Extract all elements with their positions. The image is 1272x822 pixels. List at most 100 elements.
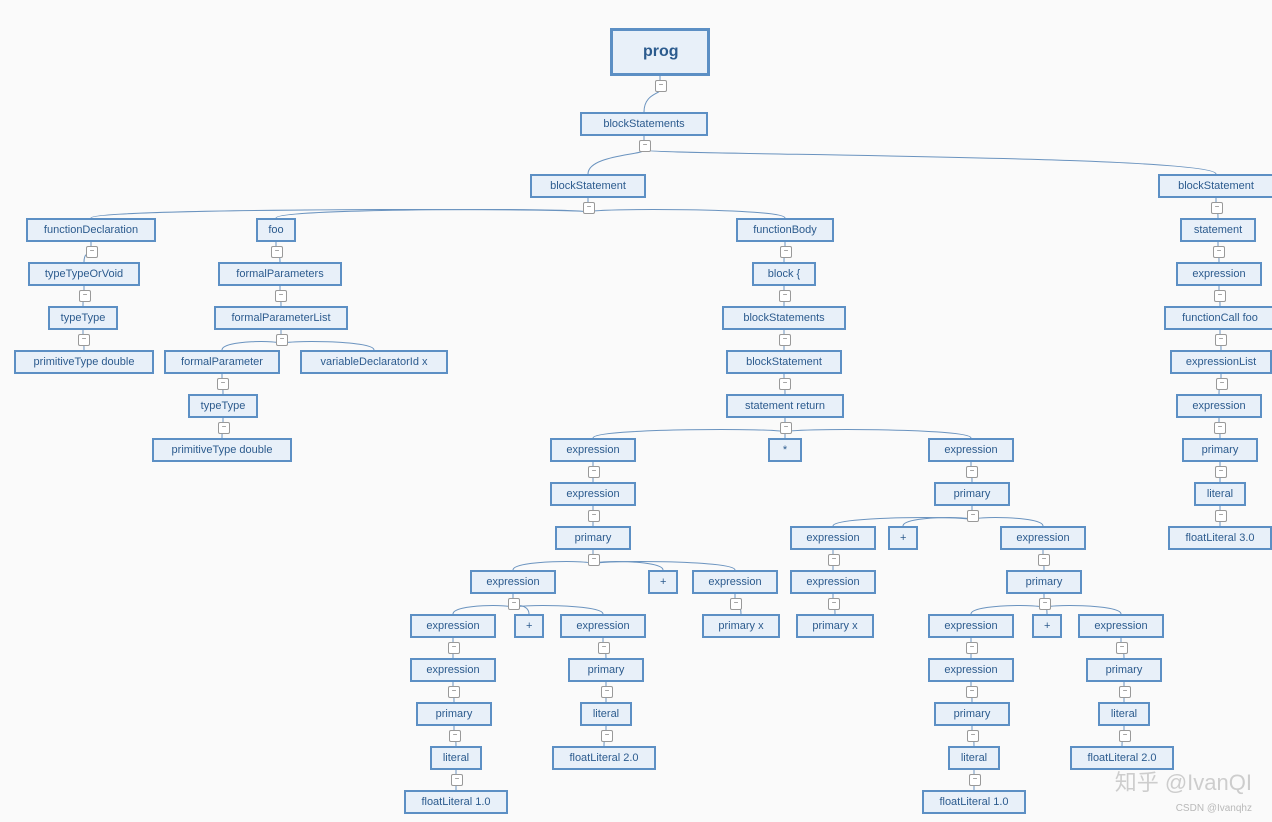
tree-node: expression bbox=[410, 658, 496, 682]
collapse-toggle[interactable]: − bbox=[275, 290, 287, 302]
tree-node: literal bbox=[948, 746, 1000, 770]
collapse-toggle[interactable]: − bbox=[779, 290, 791, 302]
tree-node: formalParameters bbox=[218, 262, 342, 286]
tree-node: primary bbox=[1182, 438, 1258, 462]
collapse-toggle[interactable]: − bbox=[508, 598, 520, 610]
collapse-toggle[interactable]: − bbox=[780, 422, 792, 434]
tree-node: expression bbox=[1176, 394, 1262, 418]
tree-node: floatLiteral 2.0 bbox=[1070, 746, 1174, 770]
collapse-toggle[interactable]: − bbox=[601, 730, 613, 742]
tree-node: variableDeclaratorId x bbox=[300, 350, 448, 374]
tree-node: primary x bbox=[796, 614, 874, 638]
tree-node: expression bbox=[692, 570, 778, 594]
collapse-toggle[interactable]: − bbox=[79, 290, 91, 302]
collapse-toggle[interactable]: − bbox=[598, 642, 610, 654]
collapse-toggle[interactable]: − bbox=[78, 334, 90, 346]
collapse-toggle[interactable]: − bbox=[588, 466, 600, 478]
collapse-toggle[interactable]: − bbox=[276, 334, 288, 346]
tree-node: primary bbox=[568, 658, 644, 682]
tree-node: expression bbox=[790, 526, 876, 550]
collapse-toggle[interactable]: − bbox=[780, 246, 792, 258]
tree-node: + bbox=[648, 570, 678, 594]
tree-node: blockStatement bbox=[530, 174, 646, 198]
collapse-toggle[interactable]: − bbox=[655, 80, 667, 92]
collapse-toggle[interactable]: − bbox=[218, 422, 230, 434]
tree-node: blockStatement bbox=[1158, 174, 1272, 198]
collapse-toggle[interactable]: − bbox=[1039, 598, 1051, 610]
tree-node: expression bbox=[550, 482, 636, 506]
collapse-toggle[interactable]: − bbox=[779, 334, 791, 346]
tree-node: expression bbox=[928, 438, 1014, 462]
collapse-toggle[interactable]: − bbox=[966, 686, 978, 698]
tree-node: functionCall foo bbox=[1164, 306, 1272, 330]
tree-node: literal bbox=[1098, 702, 1150, 726]
tree-node: floatLiteral 2.0 bbox=[552, 746, 656, 770]
collapse-toggle[interactable]: − bbox=[1211, 202, 1223, 214]
tree-node: typeType bbox=[188, 394, 258, 418]
tree-node: + bbox=[1032, 614, 1062, 638]
collapse-toggle[interactable]: − bbox=[1213, 246, 1225, 258]
tree-node: + bbox=[514, 614, 544, 638]
collapse-toggle[interactable]: − bbox=[1214, 422, 1226, 434]
collapse-toggle[interactable]: − bbox=[1216, 378, 1228, 390]
collapse-toggle[interactable]: − bbox=[969, 774, 981, 786]
tree-node: expressionList bbox=[1170, 350, 1272, 374]
collapse-toggle[interactable]: − bbox=[1119, 730, 1131, 742]
collapse-toggle[interactable]: − bbox=[271, 246, 283, 258]
collapse-toggle[interactable]: − bbox=[448, 686, 460, 698]
tree-node: literal bbox=[580, 702, 632, 726]
tree-node: expression bbox=[470, 570, 556, 594]
collapse-toggle[interactable]: − bbox=[448, 642, 460, 654]
tree-node: floatLiteral 1.0 bbox=[404, 790, 508, 814]
collapse-toggle[interactable]: − bbox=[966, 466, 978, 478]
collapse-toggle[interactable]: − bbox=[828, 598, 840, 610]
collapse-toggle[interactable]: − bbox=[449, 730, 461, 742]
tree-node: typeTypeOrVoid bbox=[28, 262, 140, 286]
tree-node: literal bbox=[1194, 482, 1246, 506]
collapse-toggle[interactable]: − bbox=[779, 378, 791, 390]
collapse-toggle[interactable]: − bbox=[1119, 686, 1131, 698]
collapse-toggle[interactable]: − bbox=[583, 202, 595, 214]
tree-node: primary bbox=[416, 702, 492, 726]
tree-node: expression bbox=[550, 438, 636, 462]
tree-node: foo bbox=[256, 218, 296, 242]
collapse-toggle[interactable]: − bbox=[1215, 334, 1227, 346]
tree-node: expression bbox=[1078, 614, 1164, 638]
tree-node: typeType bbox=[48, 306, 118, 330]
collapse-toggle[interactable]: − bbox=[588, 554, 600, 566]
tree-node: blockStatements bbox=[722, 306, 846, 330]
collapse-toggle[interactable]: − bbox=[1214, 290, 1226, 302]
tree-node: primary bbox=[934, 702, 1010, 726]
tree-node: expression bbox=[1176, 262, 1262, 286]
tree-node: primitiveType double bbox=[14, 350, 154, 374]
tree-node: primary bbox=[934, 482, 1010, 506]
collapse-toggle[interactable]: − bbox=[966, 642, 978, 654]
tree-node: block { bbox=[752, 262, 816, 286]
collapse-toggle[interactable]: − bbox=[1116, 642, 1128, 654]
collapse-toggle[interactable]: − bbox=[639, 140, 651, 152]
tree-node: expression bbox=[928, 614, 1014, 638]
collapse-toggle[interactable]: − bbox=[730, 598, 742, 610]
collapse-toggle[interactable]: − bbox=[1215, 510, 1227, 522]
collapse-toggle[interactable]: − bbox=[1038, 554, 1050, 566]
collapse-toggle[interactable]: − bbox=[601, 686, 613, 698]
tree-node: statement bbox=[1180, 218, 1256, 242]
collapse-toggle[interactable]: − bbox=[1215, 466, 1227, 478]
tree-node: primitiveType double bbox=[152, 438, 292, 462]
tree-node: primary bbox=[1006, 570, 1082, 594]
collapse-toggle[interactable]: − bbox=[828, 554, 840, 566]
tree-node: expression bbox=[1000, 526, 1086, 550]
collapse-toggle[interactable]: − bbox=[967, 510, 979, 522]
collapse-toggle[interactable]: − bbox=[217, 378, 229, 390]
collapse-toggle[interactable]: − bbox=[451, 774, 463, 786]
tree-node: expression bbox=[790, 570, 876, 594]
tree-node: primary bbox=[555, 526, 631, 550]
tree-node: floatLiteral 3.0 bbox=[1168, 526, 1272, 550]
collapse-toggle[interactable]: − bbox=[967, 730, 979, 742]
collapse-toggle[interactable]: − bbox=[588, 510, 600, 522]
collapse-toggle[interactable]: − bbox=[86, 246, 98, 258]
tree-node: statement return bbox=[726, 394, 844, 418]
tree-node: prog bbox=[610, 28, 710, 76]
tree-node: functionDeclaration bbox=[26, 218, 156, 242]
tree-node: expression bbox=[928, 658, 1014, 682]
